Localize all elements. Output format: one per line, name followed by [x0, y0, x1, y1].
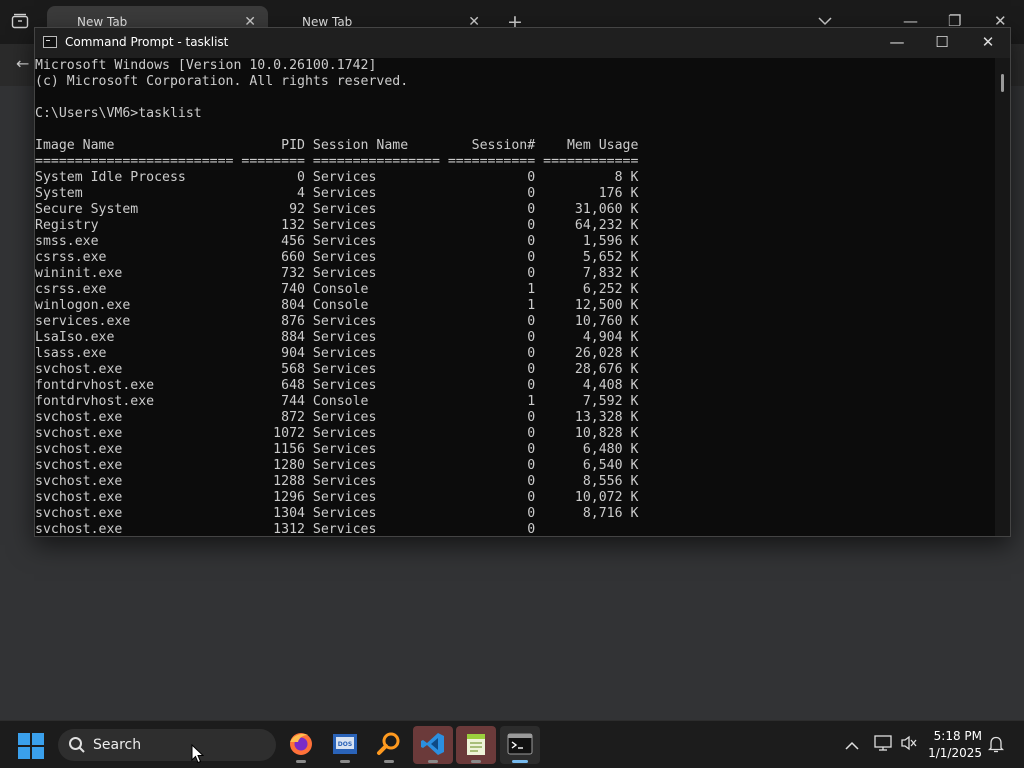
console-line: System Idle Process 0 Services 0 8 K	[35, 170, 639, 185]
taskbar: Search DOS 5:18 PM 1/1/2025	[0, 720, 1024, 768]
console-line: ========================= ======== =====…	[35, 154, 639, 169]
console-line: csrss.exe 740 Console 1 6,252 K	[35, 282, 639, 297]
command-prompt-window: Command Prompt - tasklist — ☐ ✕ Microsof…	[34, 27, 1011, 537]
maximize-button[interactable]: ☐	[919, 28, 965, 58]
console-line: svchost.exe 1304 Services 0 8,716 K	[35, 506, 639, 521]
svg-text:DOS: DOS	[338, 741, 352, 748]
command-prompt-icon	[507, 733, 533, 755]
taskbar-app-dosbox[interactable]: DOS	[325, 726, 365, 764]
taskbar-app-firefox[interactable]	[281, 726, 321, 764]
clock-date[interactable]: 1/1/2025	[922, 746, 982, 760]
minimize-button[interactable]: —	[874, 28, 920, 58]
start-button[interactable]	[18, 733, 44, 759]
console-line: services.exe 876 Services 0 10,760 K	[35, 314, 639, 329]
chevron-up-icon[interactable]	[845, 736, 859, 755]
console-line: Microsoft Windows [Version 10.0.26100.17…	[35, 58, 377, 73]
console-line: (c) Microsoft Corporation. All rights re…	[35, 74, 409, 89]
taskbar-app-magnifier[interactable]	[369, 726, 409, 764]
taskbar-app-vscode[interactable]	[413, 726, 453, 764]
taskbar-app-notepad-plus[interactable]	[456, 726, 496, 764]
vertical-scrollbar[interactable]	[995, 58, 1010, 536]
taskbar-app-command-prompt[interactable]	[500, 726, 540, 764]
console-line: fontdrvhost.exe 744 Console 1 7,592 K	[35, 394, 639, 409]
console-line: C:\Users\VM6>tasklist	[35, 106, 202, 121]
console-line: svchost.exe 568 Services 0 28,676 K	[35, 362, 639, 377]
console-line: svchost.exe 1280 Services 0 6,540 K	[35, 458, 639, 473]
back-arrow-icon[interactable]: ←	[16, 54, 29, 73]
console-output[interactable]: Microsoft Windows [Version 10.0.26100.17…	[35, 58, 995, 536]
console-line: Secure System 92 Services 0 31,060 K	[35, 202, 639, 217]
search-label: Search	[93, 737, 142, 753]
notepad-plus-icon	[467, 734, 485, 755]
search-box[interactable]: Search	[58, 729, 276, 761]
console-line: System 4 Services 0 176 K	[35, 186, 639, 201]
console-line: svchost.exe 872 Services 0 13,328 K	[35, 410, 639, 425]
windows-logo-icon	[18, 733, 30, 745]
console-line: svchost.exe 1312 Services 0	[35, 522, 536, 536]
firefox-icon	[290, 733, 312, 755]
console-line: Registry 132 Services 0 64,232 K	[35, 218, 639, 233]
magnifier-icon	[377, 732, 400, 755]
clock-time[interactable]: 5:18 PM	[932, 729, 982, 743]
console-line: lsass.exe 904 Services 0 26,028 K	[35, 346, 639, 361]
console-line: Image Name PID Session Name Session# Mem…	[35, 138, 639, 153]
close-button[interactable]: ✕	[965, 28, 1011, 58]
notification-bell-icon[interactable]	[987, 735, 1005, 757]
console-line: csrss.exe 660 Services 0 5,652 K	[35, 250, 639, 265]
tab-actions-icon[interactable]	[11, 13, 29, 33]
console-line: svchost.exe 1156 Services 0 6,480 K	[35, 442, 639, 457]
vscode-icon	[421, 733, 444, 755]
network-icon[interactable]	[874, 735, 892, 755]
console-text: Microsoft Windows [Version 10.0.26100.17…	[35, 58, 995, 536]
window-title: Command Prompt - tasklist	[65, 35, 229, 49]
mouse-cursor-icon	[191, 744, 204, 764]
scrollbar-thumb[interactable]	[1001, 74, 1004, 92]
cmd-titlebar[interactable]: Command Prompt - tasklist — ☐ ✕	[35, 28, 1010, 58]
console-line: svchost.exe 1288 Services 0 8,556 K	[35, 474, 639, 489]
console-line: winlogon.exe 804 Console 1 12,500 K	[35, 298, 639, 313]
console-line: svchost.exe 1072 Services 0 10,828 K	[35, 426, 639, 441]
console-line: LsaIso.exe 884 Services 0 4,904 K	[35, 330, 639, 345]
console-line: fontdrvhost.exe 648 Services 0 4,408 K	[35, 378, 639, 393]
search-icon	[68, 736, 86, 758]
command-prompt-icon	[43, 36, 57, 48]
console-line: wininit.exe 732 Services 0 7,832 K	[35, 266, 639, 281]
console-line: svchost.exe 1296 Services 0 10,072 K	[35, 490, 639, 505]
console-line: smss.exe 456 Services 0 1,596 K	[35, 234, 639, 249]
volume-muted-icon[interactable]	[900, 735, 918, 755]
dosbox-icon: DOS	[333, 734, 357, 754]
